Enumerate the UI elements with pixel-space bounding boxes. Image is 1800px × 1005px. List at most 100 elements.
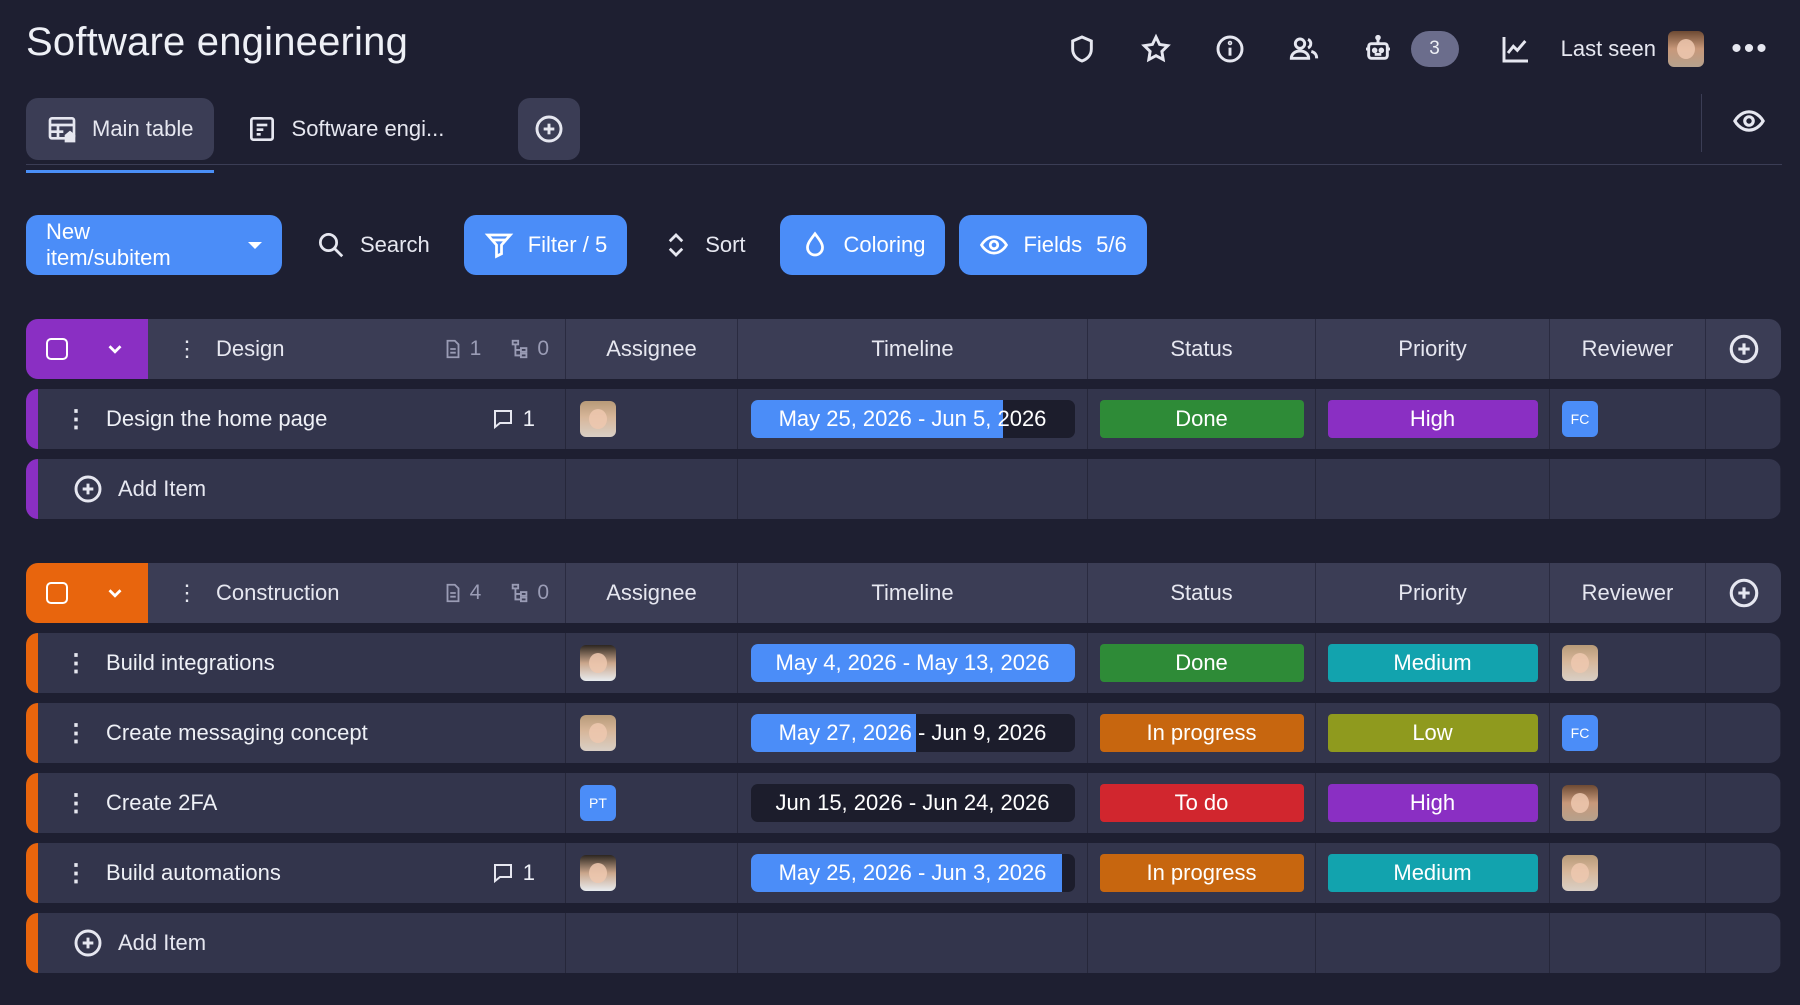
status-cell[interactable]: To do bbox=[1088, 773, 1316, 833]
column-header-status[interactable]: Status bbox=[1088, 319, 1316, 379]
add-item-row[interactable]: Add Item bbox=[26, 459, 1781, 519]
coloring-button[interactable]: Coloring bbox=[779, 215, 946, 275]
tab-software-engineering-doc[interactable]: Software engi... bbox=[226, 98, 465, 160]
timeline-cell[interactable]: Jun 15, 2026 - Jun 24, 2026 bbox=[738, 773, 1088, 833]
status-cell[interactable]: Done bbox=[1088, 389, 1316, 449]
add-column-button[interactable] bbox=[1706, 319, 1781, 379]
status-badge: Done bbox=[1099, 400, 1304, 438]
row-menu-icon[interactable]: ⋮ bbox=[64, 719, 94, 748]
fields-button[interactable]: Fields 5/6 bbox=[959, 215, 1147, 275]
group-name-cell[interactable]: ⋮ Design 1 0 bbox=[148, 319, 566, 379]
item-name[interactable]: Create messaging concept bbox=[94, 720, 565, 746]
sort-button[interactable]: Sort bbox=[641, 215, 765, 275]
status-cell[interactable]: Done bbox=[1088, 633, 1316, 693]
timeline-cell[interactable]: May 25, 2026 - Jun 5, 2026 bbox=[738, 389, 1088, 449]
item-name-cell[interactable]: ⋮ Create 2FA bbox=[38, 773, 566, 833]
assignee-cell[interactable]: PT bbox=[566, 773, 738, 833]
plus-circle-icon bbox=[535, 115, 563, 143]
column-header-reviewer[interactable]: Reviewer bbox=[1550, 563, 1706, 623]
info-icon[interactable] bbox=[1193, 24, 1267, 74]
items-count: 4 bbox=[442, 581, 481, 605]
comments-button[interactable]: 1 bbox=[491, 860, 535, 886]
drag-handle-icon[interactable]: ⋮ bbox=[176, 580, 198, 606]
add-item-button[interactable]: Add Item bbox=[38, 913, 566, 973]
timeline-cell[interactable]: May 4, 2026 - May 13, 2026 bbox=[738, 633, 1088, 693]
status-cell[interactable]: In progress bbox=[1088, 843, 1316, 903]
subitems-count: 0 bbox=[509, 337, 549, 361]
table-row[interactable]: ⋮ Design the home page 1 May 25, 2026 - … bbox=[26, 389, 1781, 449]
row-menu-icon[interactable]: ⋮ bbox=[64, 649, 94, 678]
assignee-cell[interactable] bbox=[566, 703, 738, 763]
add-view-button[interactable] bbox=[518, 98, 581, 160]
column-header-timeline[interactable]: Timeline bbox=[738, 563, 1088, 623]
row-menu-icon[interactable]: ⋮ bbox=[64, 859, 94, 888]
timeline-cell[interactable]: May 25, 2026 - Jun 3, 2026 bbox=[738, 843, 1088, 903]
column-header-priority[interactable]: Priority bbox=[1316, 563, 1550, 623]
priority-cell[interactable]: Medium bbox=[1316, 843, 1550, 903]
group-checkbox[interactable] bbox=[46, 582, 68, 604]
tab-main-table[interactable]: Main table bbox=[26, 98, 214, 173]
add-item-label: Add Item bbox=[118, 476, 207, 501]
automations-count-badge[interactable]: 3 bbox=[1410, 31, 1459, 67]
assignee-cell[interactable] bbox=[566, 843, 738, 903]
group-select-area bbox=[26, 319, 148, 379]
timeline-cell[interactable]: May 27, 2026 - Jun 9, 2026 bbox=[738, 703, 1088, 763]
comments-button[interactable]: 1 bbox=[491, 406, 535, 432]
group-checkbox[interactable] bbox=[46, 338, 68, 360]
favorite-star-icon[interactable] bbox=[1119, 24, 1193, 74]
row-menu-icon[interactable]: ⋮ bbox=[64, 789, 94, 818]
chevron-down-icon[interactable] bbox=[104, 338, 126, 360]
reviewer-cell[interactable]: FC bbox=[1550, 389, 1706, 449]
item-name-cell[interactable]: ⋮ Build integrations bbox=[38, 633, 566, 693]
search-button[interactable]: Search bbox=[296, 215, 450, 275]
priority-cell[interactable]: High bbox=[1316, 389, 1550, 449]
priority-cell[interactable]: Medium bbox=[1316, 633, 1550, 693]
chevron-down-icon[interactable] bbox=[248, 241, 262, 249]
priority-cell[interactable]: Low bbox=[1316, 703, 1550, 763]
table-row[interactable]: ⋮ Build automations 1 May 25, 2026 - Jun… bbox=[26, 843, 1781, 903]
column-header-status[interactable]: Status bbox=[1088, 563, 1316, 623]
analytics-chart-icon[interactable] bbox=[1479, 24, 1553, 74]
reviewer-cell[interactable] bbox=[1550, 773, 1706, 833]
column-header-timeline[interactable]: Timeline bbox=[738, 319, 1088, 379]
table-row[interactable]: ⋮ Build integrations May 4, 2026 - May 1… bbox=[26, 633, 1781, 693]
item-name-cell[interactable]: ⋮ Create messaging concept bbox=[38, 703, 566, 763]
reviewer-cell[interactable] bbox=[1550, 633, 1706, 693]
table-row[interactable]: ⋮ Create messaging concept May 27, 2026 … bbox=[26, 703, 1781, 763]
item-name[interactable]: Build integrations bbox=[94, 650, 565, 676]
table-row[interactable]: ⋮ Create 2FA PT Jun 15, 2026 - Jun 24, 2… bbox=[26, 773, 1781, 833]
filter-button[interactable]: Filter / 5 bbox=[463, 215, 628, 275]
empty-cell bbox=[738, 913, 1088, 973]
priority-cell[interactable]: High bbox=[1316, 773, 1550, 833]
automations-robot-icon[interactable] bbox=[1341, 24, 1415, 74]
group-color-stripe bbox=[26, 843, 38, 903]
item-name[interactable]: Design the home page bbox=[94, 406, 491, 432]
column-header-priority[interactable]: Priority bbox=[1316, 319, 1550, 379]
group-header: ⋮ Construction 4 0 Assignee Timeline Sta… bbox=[26, 563, 1781, 623]
assignee-cell[interactable] bbox=[566, 389, 738, 449]
chevron-down-icon[interactable] bbox=[104, 582, 126, 604]
add-item-button[interactable]: Add Item bbox=[38, 459, 566, 519]
column-header-assignee[interactable]: Assignee bbox=[566, 563, 738, 623]
add-item-row[interactable]: Add Item bbox=[26, 913, 1781, 973]
new-item-button[interactable]: New item/subitem bbox=[26, 215, 282, 275]
assignee-cell[interactable] bbox=[566, 633, 738, 693]
add-column-button[interactable] bbox=[1706, 563, 1781, 623]
item-name-cell[interactable]: ⋮ Design the home page 1 bbox=[38, 389, 566, 449]
column-header-reviewer[interactable]: Reviewer bbox=[1550, 319, 1706, 379]
permissions-shield-icon[interactable] bbox=[1045, 24, 1119, 74]
reviewer-cell[interactable] bbox=[1550, 843, 1706, 903]
column-header-assignee[interactable]: Assignee bbox=[566, 319, 738, 379]
view-visibility-eye-icon[interactable] bbox=[1732, 104, 1766, 143]
more-options-icon[interactable]: ••• bbox=[1730, 32, 1770, 66]
item-name[interactable]: Build automations bbox=[94, 860, 491, 886]
last-seen[interactable]: Last seen bbox=[1561, 31, 1704, 67]
item-name[interactable]: Create 2FA bbox=[94, 790, 565, 816]
item-name-cell[interactable]: ⋮ Build automations 1 bbox=[38, 843, 566, 903]
members-icon[interactable] bbox=[1267, 24, 1341, 74]
group-name-cell[interactable]: ⋮ Construction 4 0 bbox=[148, 563, 566, 623]
drag-handle-icon[interactable]: ⋮ bbox=[176, 336, 198, 362]
status-cell[interactable]: In progress bbox=[1088, 703, 1316, 763]
row-menu-icon[interactable]: ⋮ bbox=[64, 405, 94, 434]
reviewer-cell[interactable]: FC bbox=[1550, 703, 1706, 763]
